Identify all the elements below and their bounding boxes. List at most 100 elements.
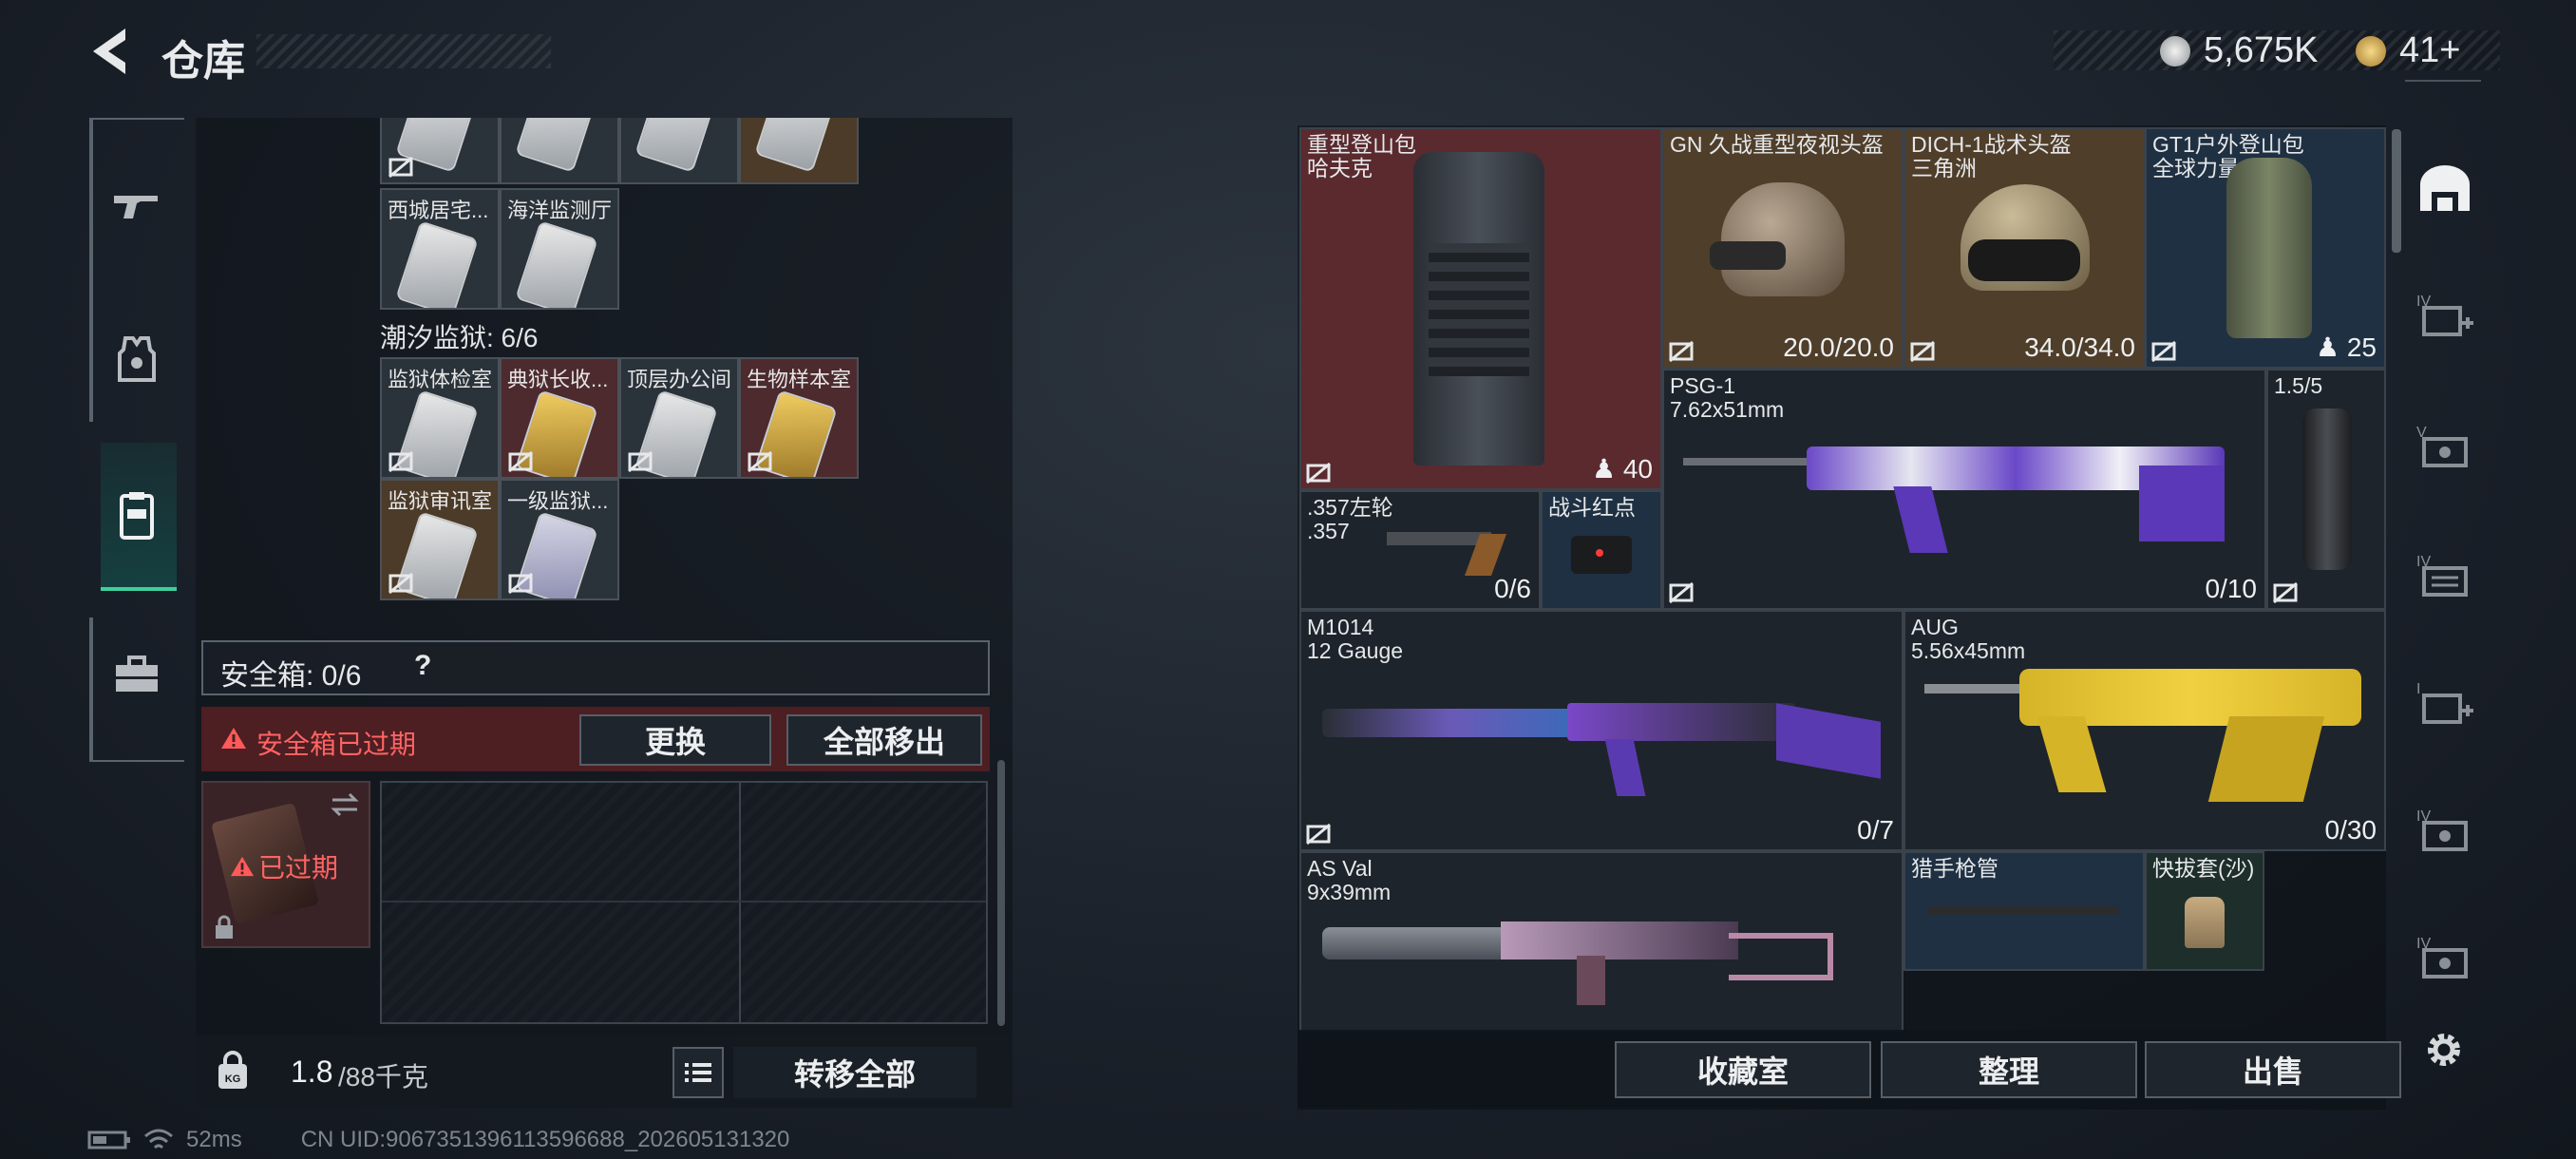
keycard-interrogation[interactable]: 监狱审讯室 <box>380 479 500 600</box>
currency-amount: 5,675K <box>2204 30 2319 70</box>
keycard-prison-exam[interactable]: 监狱体检室 <box>380 357 500 479</box>
keycard-slot[interactable] <box>500 118 619 184</box>
item-count: 25 <box>2346 332 2377 362</box>
transfer-all-button[interactable]: 转移全部 <box>733 1047 976 1098</box>
svg-text:KG: KG <box>225 1074 241 1085</box>
wifi-icon <box>144 1129 173 1150</box>
weight-value: 1.8 <box>291 1054 333 1089</box>
iv-cash-icon[interactable]: IV <box>2415 804 2475 857</box>
item-scope[interactable]: 1.5/5 <box>2266 369 2386 610</box>
item-heavy-backpack[interactable]: 重型登山包 哈夫克 ♟ 40 <box>1299 127 1662 490</box>
inventory-scrollbar[interactable] <box>2392 129 2401 253</box>
keycard-slot[interactable] <box>739 118 859 184</box>
swap-icon[interactable] <box>329 790 361 819</box>
coin-icon <box>2160 36 2190 66</box>
safe-box-grid[interactable] <box>380 781 988 1024</box>
unmarked-icon <box>508 450 533 473</box>
weight-icon: KG <box>218 1051 247 1089</box>
keycard-prison-level1[interactable]: 一级监狱... <box>500 479 619 600</box>
premium-currency: 41+ <box>2399 30 2461 70</box>
left-scrollbar[interactable] <box>997 760 1005 1026</box>
gear-icon[interactable] <box>2420 1026 2468 1074</box>
unmarked-icon <box>2151 340 2176 363</box>
keycard-xicheng[interactable]: 西城居宅... <box>380 188 500 310</box>
safe-box-label: 安全箱: 0/6 <box>220 660 362 692</box>
unmarked-icon <box>748 450 772 473</box>
back-arrow-icon[interactable] <box>87 25 135 78</box>
organize-button[interactable]: 整理 <box>1881 1041 2137 1098</box>
item-aug[interactable]: AUG 5.56x45mm 0/30 <box>1904 610 2386 851</box>
keycard-slot[interactable] <box>380 118 500 184</box>
nav-divider-top <box>89 118 93 422</box>
gold-coin-icon <box>2356 36 2386 66</box>
list-view-button[interactable] <box>672 1047 724 1098</box>
warning-icon <box>231 856 254 877</box>
svg-text:I: I <box>2416 681 2420 697</box>
help-button[interactable]: ? <box>414 650 431 682</box>
weight-capacity: /88千克 <box>338 1062 428 1092</box>
ammo-count: 0/6 <box>1494 574 1531 603</box>
expired-safe-box[interactable]: 已过期 <box>201 781 370 948</box>
item-hunter-barrel[interactable]: 猎手枪管 <box>1904 851 2145 971</box>
ammo-count: 0/10 <box>2205 574 2258 603</box>
item-gt1-backpack[interactable]: GT1户外登山包 全球力量 ♟ 25 <box>2145 127 2386 369</box>
item-dich-helmet[interactable]: DICH-1战术头盔 三角洲 34.0/34.0 <box>1904 127 2145 369</box>
item-red-dot[interactable]: 战斗红点 <box>1541 490 1662 610</box>
nav-divider-bottom <box>89 618 93 760</box>
ammo-count: 0/30 <box>2324 815 2377 845</box>
v-cash-icon[interactable]: V <box>2415 420 2475 473</box>
item-quick-mount[interactable]: 快拔套(沙) <box>2145 851 2264 971</box>
replace-button[interactable]: 更换 <box>579 714 771 766</box>
list-icon <box>685 1063 711 1082</box>
ammo-count: 0/7 <box>1857 815 1894 845</box>
item-psg1[interactable]: PSG-1 7.62x51mm 0/10 <box>1662 369 2266 610</box>
keycard-warden[interactable]: 典狱长收... <box>500 357 619 479</box>
unmarked-icon <box>1306 462 1331 484</box>
prison-section-title: 潮汐监狱: 6/6 <box>380 323 539 352</box>
item-as-val[interactable]: AS Val 9x39mm <box>1299 851 1904 1032</box>
iv-cash-icon[interactable]: IV <box>2415 931 2475 984</box>
unmarked-icon <box>1910 340 1935 363</box>
durability: 34.0/34.0 <box>2024 332 2135 362</box>
unmarked-icon <box>1306 823 1331 846</box>
warning-icon <box>221 728 246 749</box>
keycard-top-office[interactable]: 顶层办公间 <box>619 357 739 479</box>
unmarked-icon <box>2273 581 2298 604</box>
unmarked-icon <box>388 156 413 179</box>
unmarked-icon <box>628 450 653 473</box>
unmarked-icon <box>508 572 533 595</box>
gun-icon[interactable] <box>108 177 165 234</box>
page-title: 仓库 <box>161 38 245 85</box>
move-all-out-button[interactable]: 全部移出 <box>786 714 982 766</box>
iv-add-icon[interactable]: IV <box>2415 289 2475 342</box>
durability: 20.0/20.0 <box>1783 332 1894 362</box>
vest-icon[interactable] <box>108 331 165 388</box>
iv-add-icon[interactable]: I <box>2415 676 2475 730</box>
safe-box-header: 安全箱: 0/6 ? <box>201 640 990 695</box>
item-357-revolver[interactable]: .357左轮 .357 0/6 <box>1299 490 1541 610</box>
keycard-slot[interactable] <box>619 118 739 184</box>
iv-folder-icon[interactable]: IV <box>2415 549 2475 602</box>
person-icon: ♟ <box>2315 332 2340 362</box>
warehouse-icon[interactable] <box>2415 163 2475 217</box>
person-icon: ♟ <box>1591 454 1617 484</box>
keycard-ocean[interactable]: 海洋监测厅 <box>500 188 619 310</box>
item-gn-helmet[interactable]: GN 久战重型夜视头盔 20.0/20.0 <box>1662 127 1904 369</box>
unmarked-icon <box>1669 340 1694 363</box>
toolbox-icon[interactable] <box>108 646 165 703</box>
item-m1014[interactable]: M1014 12 Gauge 0/7 <box>1299 610 1904 851</box>
sell-button[interactable]: 出售 <box>2145 1041 2401 1098</box>
unmarked-icon <box>1669 581 1694 604</box>
clipboard-icon[interactable] <box>108 486 165 543</box>
collection-room-button[interactable]: 收藏室 <box>1615 1041 1871 1098</box>
keycard-bio-sample[interactable]: 生物样本室 <box>739 357 859 479</box>
title-decoration <box>256 34 551 68</box>
lock-icon <box>216 915 233 939</box>
status-bar: 52ms CN UID:9067351396113596688_20260513… <box>87 1127 789 1153</box>
unmarked-icon <box>388 450 413 473</box>
left-bottom-bar: KG 1.8 /88千克 转移全部 <box>196 1036 1013 1108</box>
battery-icon <box>87 1130 130 1150</box>
ping: 52ms <box>186 1127 242 1152</box>
warning-text: 安全箱已过期 <box>256 730 417 759</box>
expired-tag: 已过期 <box>258 853 339 883</box>
